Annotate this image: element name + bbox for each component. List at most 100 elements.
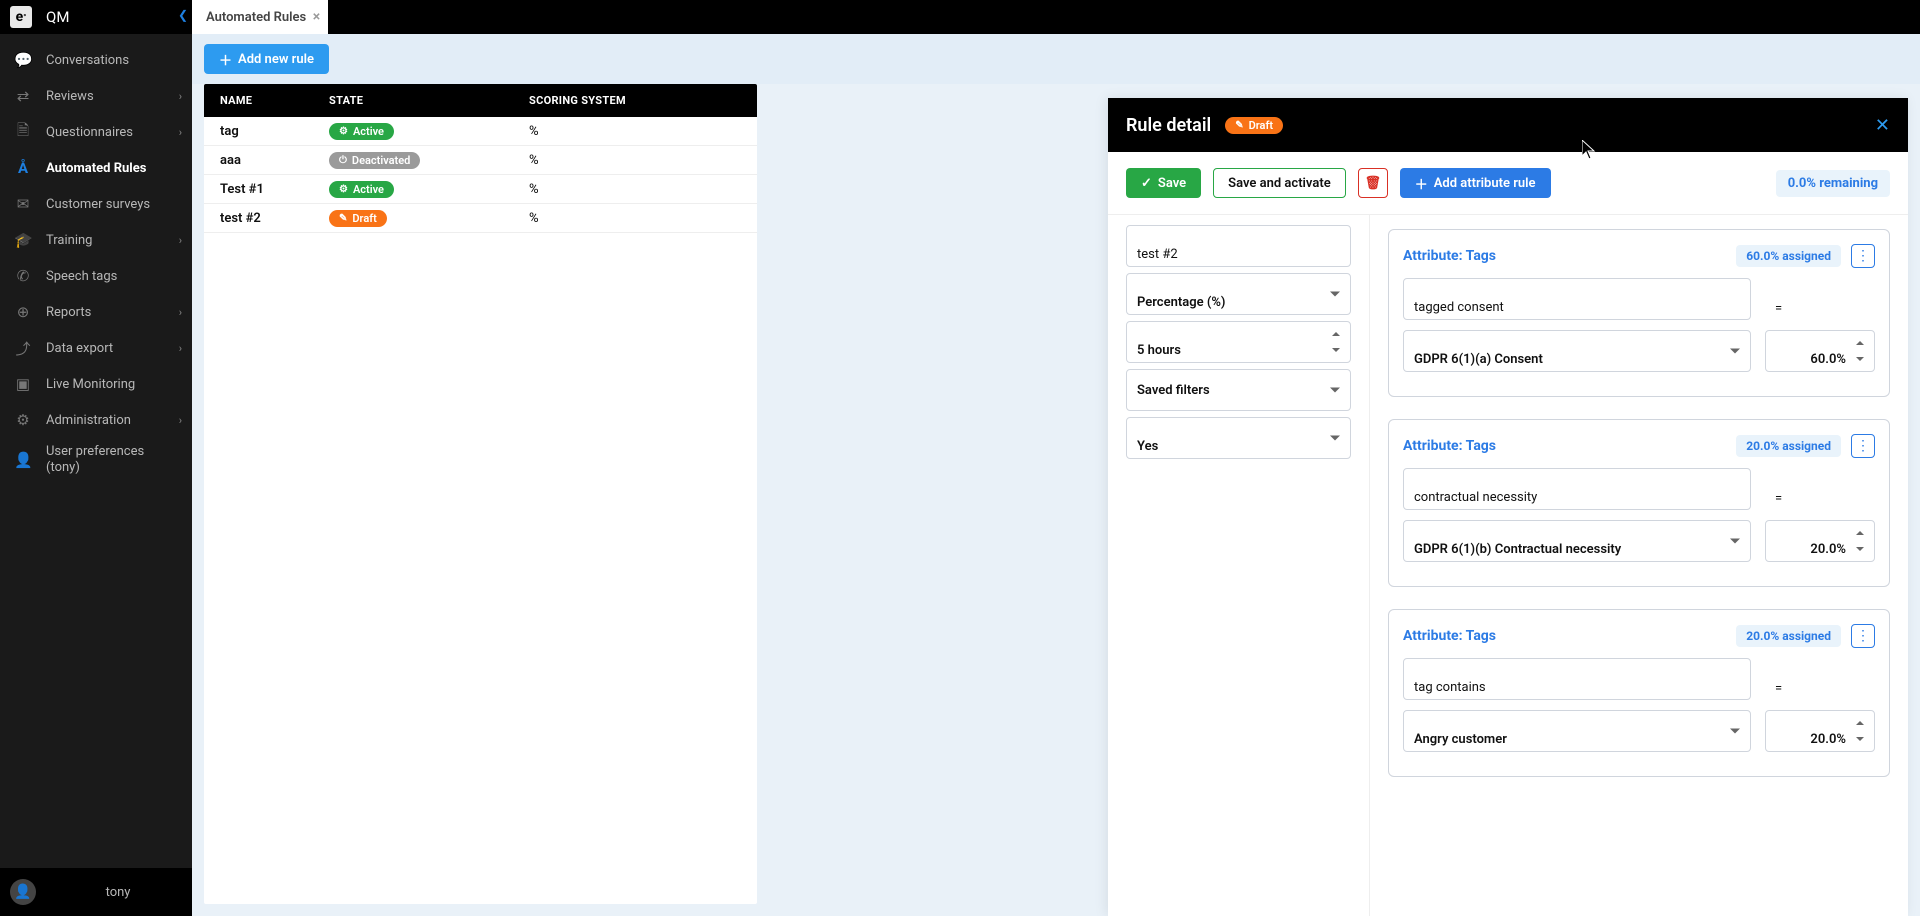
rule-name: tag [204,124,329,139]
attr-operator-input[interactable]: = [1765,658,1875,700]
nav-user-preferences[interactable]: 👤 User preferences (tony) [0,438,192,482]
trash-icon: 🗑 [1364,176,1381,191]
score-system: % [529,124,757,139]
pencil-icon: ✎ [339,213,347,224]
nav-label: Live Monitoring [46,377,135,392]
nav-training[interactable]: 🎓 Training › [0,222,192,258]
tab-automated-rules[interactable]: Automated Rules × [192,0,328,34]
state-badge: ⚙Active [329,181,394,198]
nav-label: Customer surveys [46,197,150,212]
attr-name-input[interactable]: contractual necessity [1403,468,1751,510]
nav-label: Conversations [46,53,129,68]
attr-tag-select[interactable]: Angry customer [1403,710,1751,752]
nav-conversations[interactable]: 💬 Conversations [0,42,192,78]
main: Automated Rules × ＋ Add new rule NAME ST… [192,0,1920,916]
detail-body: Rule name test #2 Scoring system Percent… [1108,215,1908,916]
detail-title: Rule detail [1126,115,1211,136]
attr-tag-select[interactable]: GDPR 6(1)(b) Contractual necessity [1403,520,1751,562]
reveal-results-select[interactable]: Yes [1126,417,1351,459]
sidebar-footer: 👤 tony [0,868,192,916]
rule-name: test #2 [204,211,329,226]
table-row[interactable]: tag ⚙Active % [204,117,757,146]
attr-tag-select[interactable]: GDPR 6(1)(a) Consent [1403,330,1751,372]
col-state-header[interactable]: STATE [329,94,529,107]
nav-reviews[interactable]: ⇄ Reviews › [0,78,192,114]
upload-icon: ⤴ [14,338,32,359]
phone-icon: ✆ [14,267,32,285]
attribute-title: Attribute: Tags [1403,248,1496,264]
nav-label: Reports [46,305,91,320]
rule-name: Test #1 [204,182,329,197]
attr-score-input[interactable]: 20.0% [1765,520,1875,562]
nav-live-monitoring[interactable]: ▣ Live Monitoring [0,366,192,402]
remaining-badge: 0.0% remaining [1776,170,1890,197]
saved-filters-select[interactable]: Saved filters [1126,369,1351,411]
nav-label: Questionnaires [46,125,133,140]
rule-name-input[interactable]: test #2 [1126,225,1351,267]
button-label: Save and activate [1228,176,1331,191]
detail-form: Rule name test #2 Scoring system Percent… [1108,215,1370,916]
detail-header: Rule detail ✎Draft ✕ [1108,98,1908,152]
chevron-right-icon: › [179,126,182,139]
gear-icon: ⚙ [339,184,348,195]
sidebar-header: e° QM ❮ [0,0,192,34]
assigned-badge: 60.0% assigned [1736,245,1841,267]
col-name-header[interactable]: NAME [204,94,329,107]
table-row[interactable]: aaa ⏻Deactivated % [204,146,757,175]
scoring-system-select[interactable]: Percentage (%) [1126,273,1351,315]
tab-label: Automated Rules [206,10,306,25]
score-system: % [529,182,757,197]
attr-name-input[interactable]: tagged consent [1403,278,1751,320]
sidebar: e° QM ❮ 💬 Conversations ⇄ Reviews › 🗎 Qu… [0,0,192,916]
delete-button[interactable]: 🗑 [1358,168,1388,198]
app-logo-text: e [16,9,24,25]
nav-label: Reviews [46,89,94,104]
col-score-header[interactable]: SCORING SYSTEM [529,94,757,107]
rules-table: NAME STATE SCORING SYSTEM tag ⚙Active % … [204,84,757,904]
save-button[interactable]: ✓ Save [1126,168,1201,198]
power-icon: ⏻ [339,155,347,166]
chevron-right-icon: › [179,414,182,427]
gear-icon: ⚙ [14,411,32,429]
button-label: Add new rule [238,52,314,67]
plus-icon: ＋ [1415,174,1428,193]
add-new-rule-button[interactable]: ＋ Add new rule [204,44,329,74]
nav-reports[interactable]: ⊕ Reports › [0,294,192,330]
attr-score-input[interactable]: 20.0% [1765,710,1875,752]
nav-speech-tags[interactable]: ✆ Speech tags [0,258,192,294]
nav-data-export[interactable]: ⤴ Data export › [0,330,192,366]
close-panel-button[interactable]: ✕ [1875,115,1890,136]
app-title: QM [46,8,69,26]
table-row[interactable]: Test #1 ⚙Active % [204,175,757,204]
card-menu-button[interactable]: ⋮ [1851,434,1875,458]
attr-operator-input[interactable]: = [1765,468,1875,510]
state-badge: ✎Draft [329,210,387,227]
delay-period-input[interactable]: 5 hours [1126,321,1351,363]
collapse-sidebar-icon[interactable]: ❮ [178,8,188,22]
attribute-card: Attribute: Tags 20.0% assigned ⋮ Name co… [1388,419,1890,587]
save-activate-button[interactable]: Save and activate [1213,168,1346,198]
add-attribute-button[interactable]: ＋ Add attribute rule [1400,168,1551,198]
nav-questionnaires[interactable]: 🗎 Questionnaires › [0,114,192,150]
toolbar: ＋ Add new rule [192,34,1920,84]
nav-label: Administration [46,413,131,428]
attr-name-input[interactable]: tag contains [1403,658,1751,700]
monitor-icon: ▣ [14,375,32,393]
attr-operator-input[interactable]: = [1765,278,1875,320]
attr-score-input[interactable]: 60.0% [1765,330,1875,372]
chevron-right-icon: › [179,306,182,319]
avatar[interactable]: 👤 [10,879,36,905]
attribute-list: Attribute: Tags 60.0% assigned ⋮ Name ta… [1370,215,1908,916]
table-row[interactable]: test #2 ✎Draft % [204,204,757,233]
card-menu-button[interactable]: ⋮ [1851,624,1875,648]
survey-icon: ✉ [14,195,32,213]
nav-automated-rules[interactable]: Å Automated Rules [0,150,192,186]
nav-customer-surveys[interactable]: ✉ Customer surveys [0,186,192,222]
chevron-right-icon: › [179,342,182,355]
swap-icon: ⇄ [14,87,32,105]
close-icon[interactable]: × [313,9,320,25]
chevron-right-icon: › [179,90,182,103]
card-menu-button[interactable]: ⋮ [1851,244,1875,268]
chevron-right-icon: › [179,234,182,247]
nav-administration[interactable]: ⚙ Administration › [0,402,192,438]
